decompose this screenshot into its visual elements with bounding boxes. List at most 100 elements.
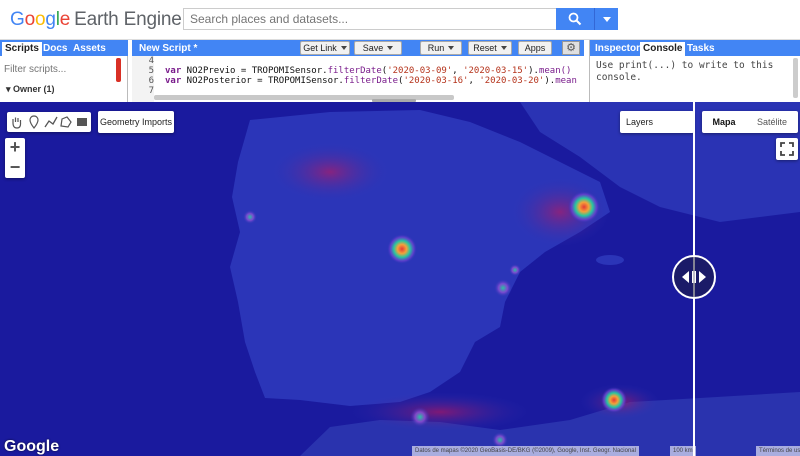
terms-link[interactable]: Términos de uso <box>756 446 800 456</box>
console-message: Use print(...) to write to this console. <box>596 60 774 83</box>
logo-letter: o <box>24 9 36 30</box>
drag-arrows-icon <box>682 271 706 283</box>
console-scrollbar[interactable] <box>793 58 798 98</box>
hotspot-barcelona <box>568 191 600 223</box>
search-input[interactable] <box>183 8 556 30</box>
line-tool-icon[interactable] <box>44 115 58 129</box>
tab-tasks[interactable]: Tasks <box>684 42 718 56</box>
code-text: NO2Previo = TROPOMISensor. <box>181 66 328 76</box>
map-type-map[interactable]: Mapa <box>702 111 746 133</box>
code-function: filterDate <box>327 66 382 76</box>
code-string: '2020-03-15' <box>463 66 529 76</box>
header: Google Earth Engine <box>0 0 800 40</box>
map-view[interactable]: Geometry Imports + − Layers Mapa Satélit… <box>0 102 800 456</box>
hotspot-north <box>243 210 257 224</box>
code-function: mean <box>555 76 577 86</box>
pan-hand-icon[interactable] <box>10 115 24 129</box>
logo-letter: g <box>45 9 56 30</box>
zoom-control: + − <box>5 138 25 178</box>
point-marker-icon[interactable] <box>27 115 41 129</box>
map-attribution[interactable]: Datos de mapas ©2020 GeoBasis-DE/BKG (©2… <box>412 446 639 456</box>
map-type-satellite[interactable]: Satélite <box>746 111 798 133</box>
map-scale[interactable]: 100 km <box>670 446 696 456</box>
code-text: , <box>452 66 464 76</box>
chevron-down-icon <box>602 16 611 22</box>
line-number: 7 <box>148 86 154 96</box>
code-keyword: var <box>165 66 182 76</box>
code-text: ). <box>544 76 556 86</box>
hotspot-valencia <box>494 279 512 297</box>
zoom-out-button[interactable]: − <box>5 158 25 178</box>
polygon-tool-icon[interactable] <box>59 115 73 129</box>
line-number: 4 <box>148 56 154 66</box>
scripts-panel: Scripts Docs Assets ▾ Owner (1) <box>0 40 128 102</box>
chevron-down-icon <box>448 46 455 50</box>
save-button[interactable]: Save <box>354 41 402 55</box>
code-function: filterDate <box>343 76 399 86</box>
reset-label: Reset <box>473 43 497 53</box>
save-label: Save <box>362 43 384 53</box>
logo-product: Earth Engine <box>74 9 182 30</box>
gear-icon[interactable]: ⚙ <box>562 41 580 55</box>
code-text: ). <box>528 66 539 76</box>
hotspot-madrid <box>387 234 417 264</box>
logo-letter: e <box>59 9 71 30</box>
tab-scripts[interactable]: Scripts <box>2 42 42 56</box>
code-line[interactable]: var NO2Posterior = TROPOMISensor.filterD… <box>165 76 577 86</box>
balearic-islands <box>596 255 624 265</box>
geometry-imports-button[interactable]: Geometry Imports <box>98 111 174 133</box>
code-line[interactable]: var NO2Previo = TROPOMISensor.filterDate… <box>165 66 571 76</box>
scripts-scrollbar[interactable] <box>116 58 121 82</box>
apps-label: Apps <box>524 43 546 53</box>
fullscreen-button[interactable] <box>776 138 798 160</box>
earth-engine-app: GoogleEarth Engine Scripts Docs Assets ▾… <box>0 0 800 456</box>
layers-button[interactable]: Layers <box>620 111 694 133</box>
code-keyword: var <box>165 76 182 86</box>
search-icon <box>568 12 582 26</box>
code-function: mean() <box>538 66 572 76</box>
tab-assets[interactable]: Assets <box>70 42 109 56</box>
code-string: '2020-03-16' <box>403 76 469 86</box>
owner-folder[interactable]: ▾ Owner (1) <box>6 84 55 95</box>
script-title[interactable]: New Script * <box>136 42 200 56</box>
run-button[interactable]: Run <box>420 41 462 55</box>
hotspot-east <box>509 264 521 276</box>
code-string: '2020-03-09' <box>387 66 453 76</box>
split-slider-handle[interactable] <box>672 255 716 299</box>
get-link-button[interactable]: Get Link <box>300 41 350 55</box>
search-button[interactable] <box>556 8 594 30</box>
rectangle-tool-icon[interactable] <box>75 115 89 129</box>
pollution-haze <box>270 142 390 202</box>
get-link-label: Get Link <box>303 43 337 53</box>
fullscreen-icon <box>780 142 794 156</box>
hotspot-south <box>410 407 430 427</box>
search-options-dropdown[interactable] <box>594 8 618 30</box>
tab-inspector[interactable]: Inspector <box>592 42 643 56</box>
reset-button[interactable]: Reset <box>468 41 512 55</box>
code-string: '2020-03-20' <box>479 76 545 86</box>
zoom-in-button[interactable]: + <box>5 138 25 158</box>
filter-scripts-input[interactable] <box>4 61 114 77</box>
console-panel: Inspector Console Tasks Use print(...) t… <box>589 40 800 102</box>
chevron-down-icon <box>387 46 394 50</box>
hotspot-algeria <box>601 387 627 413</box>
earth-engine-logo[interactable]: Google Earth Engine <box>10 9 182 31</box>
tab-docs[interactable]: Docs <box>40 42 70 56</box>
run-label: Run <box>427 43 445 53</box>
line-number: 5 <box>148 66 154 76</box>
apps-button[interactable]: Apps <box>518 41 552 55</box>
logo-letter: o <box>34 9 46 30</box>
chevron-down-icon <box>340 46 347 50</box>
code-text: , <box>468 76 480 86</box>
map-type-control: Mapa Satélite <box>702 111 798 133</box>
google-watermark: Google <box>4 438 60 455</box>
logo-letter: G <box>10 9 25 30</box>
code-editor-panels: Scripts Docs Assets ▾ Owner (1) New Scri… <box>0 40 800 102</box>
line-number: 6 <box>148 76 154 86</box>
line-number-gutter: 4 5 6 7 <box>132 56 154 102</box>
tab-console[interactable]: Console <box>640 42 686 56</box>
chevron-down-icon <box>500 46 507 50</box>
drawing-toolbar <box>7 112 91 132</box>
pollution-haze <box>350 392 530 432</box>
code-area[interactable]: var NO2Previo = TROPOMISensor.filterDate… <box>165 56 579 96</box>
